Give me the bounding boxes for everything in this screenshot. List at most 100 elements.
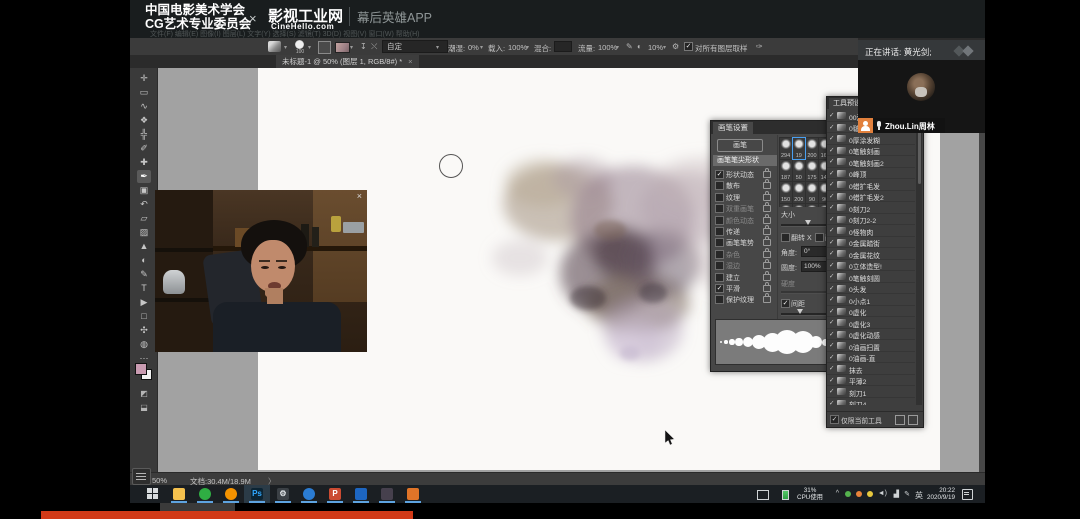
tool-preset-item[interactable]: ✓0笔触刻画2: [827, 156, 915, 168]
current-tool-only-checkbox[interactable]: ✓: [830, 415, 839, 424]
eyedropper-tool[interactable]: ✐: [137, 142, 151, 155]
tray-battery-icon[interactable]: [782, 490, 789, 500]
brush-tip-50[interactable]: 50: [793, 160, 805, 181]
brush-option[interactable]: 保护纹理: [713, 293, 775, 304]
brush-option-checkbox[interactable]: [715, 261, 724, 270]
color-swatches[interactable]: [135, 363, 152, 380]
tray-green-icon[interactable]: [845, 491, 851, 497]
quick-mask-icon[interactable]: ◩: [137, 388, 151, 400]
tool-preset-item[interactable]: ✓抹去: [827, 363, 915, 375]
mixer-brush-tool[interactable]: ✒: [137, 170, 151, 183]
screen-mode-icon[interactable]: ⬓: [137, 402, 151, 414]
size-slider-handle[interactable]: [805, 220, 811, 225]
brush-tip-200[interactable]: 200: [793, 182, 805, 203]
brush-option-checkbox[interactable]: [715, 273, 724, 282]
brush-tip-150[interactable]: 150: [780, 182, 792, 203]
tool-preset-item[interactable]: ✓0虚化: [827, 306, 915, 318]
tool-preset-item[interactable]: ✓0立体造型!: [827, 260, 915, 272]
taskbar-app-search-orange[interactable]: [218, 485, 244, 503]
flip-x-checkbox[interactable]: [781, 233, 790, 242]
canvas-menu-button[interactable]: [132, 468, 151, 485]
taskbar-app-green[interactable]: [192, 485, 218, 503]
taskbar-settings[interactable]: ⚙: [270, 485, 296, 503]
brush-tip-extra[interactable]: [806, 204, 818, 208]
move-tool[interactable]: ✛: [137, 72, 151, 85]
pen-tool[interactable]: ✎: [137, 268, 151, 281]
tool-preset-item[interactable]: ✓0蜡扩毛发: [827, 179, 915, 191]
tool-preset-item[interactable]: ✓刻刀1: [827, 386, 915, 398]
brush-option-checkbox[interactable]: [715, 216, 724, 225]
tool-preset-item[interactable]: ✓0刻刀2: [827, 202, 915, 214]
spacing-checkbox[interactable]: ✓: [781, 299, 790, 308]
load-caret-icon[interactable]: ▾: [526, 44, 529, 51]
smoothing-icon[interactable]: ◐: [637, 42, 642, 51]
marquee-tool[interactable]: ▭: [137, 86, 151, 99]
tool-preset-item[interactable]: ✓0峰顶: [827, 168, 915, 180]
history-brush-tool[interactable]: ↶: [137, 198, 151, 211]
smoothing-caret-icon[interactable]: ▾: [663, 44, 666, 51]
taskbar-powerpoint[interactable]: P: [322, 485, 348, 503]
wet-caret-icon[interactable]: ▾: [480, 44, 483, 51]
taskbar-app-blue[interactable]: [296, 485, 322, 503]
load-brush-icon[interactable]: ↧: [360, 42, 367, 51]
brush-option-checkbox[interactable]: [715, 193, 724, 202]
tray-volume-icon[interactable]: ◄): [878, 490, 887, 497]
brush-option[interactable]: 画笔笔势: [713, 236, 775, 247]
new-preset-icon[interactable]: [895, 415, 905, 425]
tool-preset-item[interactable]: ✓0小点1: [827, 294, 915, 306]
load-value[interactable]: 100%: [508, 43, 527, 52]
tool-preset-item[interactable]: ✓0虚化3: [827, 317, 915, 329]
brush-option-checkbox[interactable]: [715, 204, 724, 213]
flip-y-checkbox[interactable]: [815, 233, 824, 242]
brush-tip-19[interactable]: 19: [793, 138, 805, 159]
brush-tip-extra[interactable]: [793, 204, 805, 208]
tool-preset-item[interactable]: ✓0笔触刻圆: [827, 271, 915, 283]
brush-option[interactable]: 传递: [713, 225, 775, 236]
webcam-overlay[interactable]: ×: [155, 190, 367, 352]
eraser-tool[interactable]: ▱: [137, 212, 151, 225]
type-tool[interactable]: T: [137, 282, 151, 295]
taskbar-photos[interactable]: [348, 485, 374, 503]
tool-preset-item[interactable]: ✓0蜡扩毛发2: [827, 191, 915, 203]
brush-option-checkbox[interactable]: [715, 227, 724, 236]
sample-all-layers-checkbox[interactable]: ✓: [684, 42, 693, 51]
tool-preset-item[interactable]: ✓0头发: [827, 283, 915, 295]
tool-preset-item[interactable]: ✓0怪物肉: [827, 225, 915, 237]
dodge-tool[interactable]: ◐: [137, 254, 151, 267]
tray-monitor-icon[interactable]: [757, 490, 769, 500]
tool-preset-item[interactable]: ✓0金属花纹: [827, 248, 915, 260]
tray-yellow-icon[interactable]: [867, 491, 873, 497]
taskbar-app-orange[interactable]: [400, 485, 426, 503]
taskbar-file-explorer[interactable]: [166, 485, 192, 503]
brush-option-checkbox[interactable]: [715, 181, 724, 190]
brush-option-checkbox[interactable]: ✓: [715, 284, 724, 293]
clone-stamp-tool[interactable]: ▣: [137, 184, 151, 197]
brush-preset-picker[interactable]: 100: [294, 40, 306, 53]
brushes-button[interactable]: 画笔: [717, 139, 763, 152]
tool-preset-item[interactable]: ✓0笔触刻画: [827, 145, 915, 157]
brush-tip-extra[interactable]: [780, 204, 792, 208]
quick-selection-tool[interactable]: ❖: [137, 114, 151, 127]
tool-preset-item[interactable]: ✓0金属踏街: [827, 237, 915, 249]
brush-tip-90[interactable]: 90: [806, 182, 818, 203]
tool-preset-item[interactable]: ✓平薄2: [827, 375, 915, 387]
taskbar-photoshop[interactable]: Ps: [244, 485, 270, 503]
brush-option-checkbox[interactable]: [715, 250, 724, 259]
mix-value-field[interactable]: [554, 41, 572, 52]
mixer-brush-tool-icon[interactable]: [268, 41, 281, 52]
delete-preset-icon[interactable]: [908, 415, 918, 425]
tray-clock[interactable]: 20:22 2020/9/19: [915, 487, 955, 501]
lasso-tool[interactable]: ∿: [137, 100, 151, 113]
smudge-tool[interactable]: ▲: [137, 240, 151, 253]
taskbar-app-dark[interactable]: [374, 485, 400, 503]
swatch-caret-icon[interactable]: ▾: [350, 44, 353, 51]
spacing-slider-handle[interactable]: [797, 309, 803, 314]
brush-option[interactable]: 湿边: [713, 259, 775, 270]
zoom-level[interactable]: 50%: [152, 476, 167, 485]
taskbar-start-button[interactable]: [140, 485, 166, 503]
tray-chevron-icon[interactable]: ^: [836, 490, 839, 497]
combo-caret-icon[interactable]: ▾: [436, 44, 439, 51]
hand-tool[interactable]: ✣: [137, 324, 151, 337]
airbrush-icon[interactable]: ✎: [626, 42, 633, 51]
tray-orange-icon[interactable]: [856, 491, 862, 497]
